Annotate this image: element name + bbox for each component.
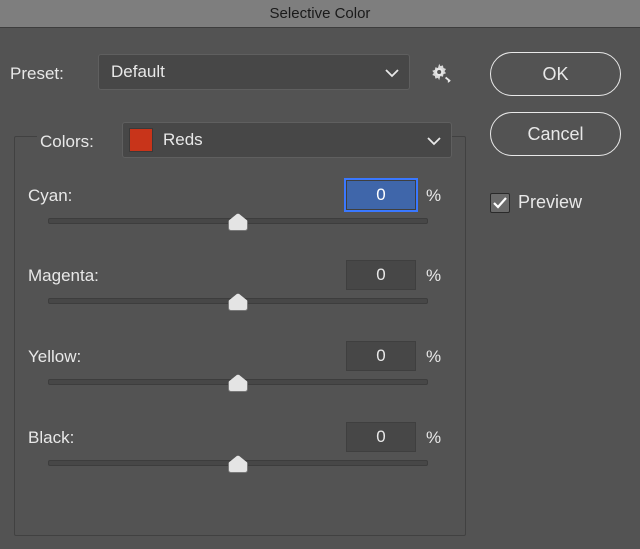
ok-button-label: OK — [542, 64, 568, 84]
percent-label: % — [426, 428, 441, 448]
cancel-button-label: Cancel — [527, 124, 583, 144]
preview-checkbox[interactable]: Preview — [490, 192, 582, 213]
colors-value: Reds — [163, 130, 203, 149]
ok-button[interactable]: OK — [490, 52, 621, 96]
preset-label: Preset: — [10, 64, 64, 84]
color-swatch — [129, 128, 153, 152]
dialog-body: Preset: Default OK Cancel Preview Colors… — [0, 28, 640, 549]
preset-value: Default — [111, 62, 165, 81]
chevron-down-icon — [385, 68, 399, 78]
percent-label: % — [426, 186, 441, 206]
yellow-input[interactable]: 0 — [346, 341, 416, 371]
cyan-label: Cyan: — [28, 186, 72, 206]
preview-label: Preview — [518, 192, 582, 213]
chevron-down-icon — [427, 136, 441, 146]
preset-settings-button[interactable] — [430, 61, 452, 83]
magenta-label: Magenta: — [28, 266, 99, 286]
cyan-input[interactable]: 0 — [346, 180, 416, 210]
cancel-button[interactable]: Cancel — [490, 112, 621, 156]
window-titlebar: Selective Color — [0, 0, 640, 28]
magenta-input[interactable]: 0 — [346, 260, 416, 290]
preset-dropdown[interactable]: Default — [98, 54, 410, 90]
black-label: Black: — [28, 428, 74, 448]
colors-label: Colors: — [40, 132, 94, 152]
checkbox-box — [490, 193, 510, 213]
percent-label: % — [426, 266, 441, 286]
black-input[interactable]: 0 — [346, 422, 416, 452]
yellow-label: Yellow: — [28, 347, 81, 367]
percent-label: % — [426, 347, 441, 367]
colors-dropdown[interactable]: Reds — [122, 122, 452, 158]
window-title: Selective Color — [270, 5, 371, 22]
